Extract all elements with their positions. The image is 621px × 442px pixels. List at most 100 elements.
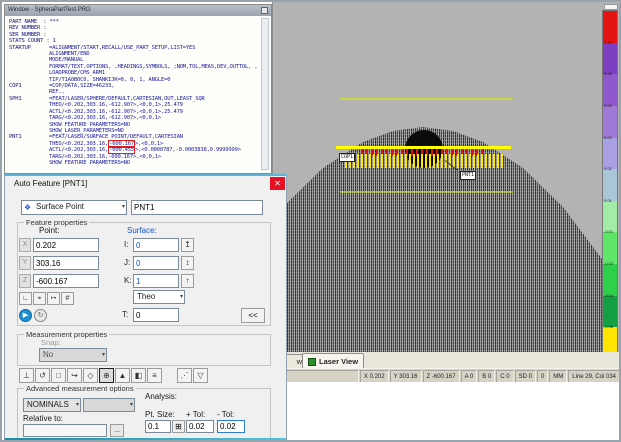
- color-scale-segment: -0.04: [603, 296, 617, 328]
- color-scale-segment: 0.10: [603, 43, 617, 75]
- code-line: SHOW FEATURE PARAMETERS=NO: [9, 160, 261, 166]
- color-scale-tick: 0.01: [604, 198, 612, 203]
- laser-view-panel[interactable]: COP1 PNT1 0.100.080.060.040.020.01-0.01-…: [272, 2, 621, 354]
- nominals-mode-dropdown[interactable]: ▾: [83, 398, 135, 412]
- color-scale-segment: 0.08: [603, 74, 617, 106]
- z-coordinate-input[interactable]: [33, 274, 99, 288]
- dialog-bottom-accent: [5, 438, 286, 442]
- measure-run-tools: ▶↻: [19, 309, 47, 322]
- snap-vector-icon[interactable]: ↑: [181, 274, 194, 288]
- scan-line-bottom: [340, 191, 513, 193]
- color-scale-tick: 0.10: [604, 40, 612, 45]
- measurement-tools-extra: ⋰▽: [177, 368, 209, 383]
- color-scale-segment: -0.02: [603, 264, 617, 296]
- find-nominals-icon[interactable]: ⌖: [33, 292, 46, 305]
- cop1-feature-label[interactable]: COP1: [339, 153, 355, 162]
- surface-point-icon: ❖: [24, 203, 31, 213]
- color-scale-tick: -0.06: [604, 324, 613, 329]
- snap-dropdown[interactable]: No ▾: [39, 348, 107, 362]
- program-code[interactable]: PART NAME : ***REV NUMBER :SER NUMBER :S…: [9, 19, 261, 171]
- chevron-down-icon: ▾: [122, 201, 125, 213]
- edit-window-menu-icon[interactable]: [261, 7, 268, 14]
- edge-point-icon[interactable]: ◧: [131, 368, 146, 383]
- chevron-down-icon: ▾: [130, 399, 133, 411]
- axis-mode-icon[interactable]: ∟: [19, 292, 32, 305]
- flip-vector-icon[interactable]: ↕: [181, 256, 194, 270]
- coordinate-tools: ∟⌖↦#: [19, 292, 75, 305]
- close-icon[interactable]: ✕: [270, 177, 285, 190]
- pt-size-input[interactable]: [145, 420, 171, 433]
- color-scale-tick: 0.08: [604, 71, 612, 76]
- j-label: J:: [124, 258, 130, 267]
- collapse-dialog-button[interactable]: <<: [241, 308, 265, 323]
- deviation-color-scale[interactable]: 0.100.080.060.040.020.01-0.01-0.02-0.04-…: [602, 10, 618, 360]
- vector-pin-icon[interactable]: ↥: [181, 238, 194, 252]
- relative-to-label: Relative to:: [23, 414, 63, 423]
- chevron-down-icon: ▾: [76, 399, 79, 411]
- surface-label[interactable]: Surface:: [127, 226, 157, 235]
- measure-now-button[interactable]: ▶: [19, 309, 32, 322]
- pt-size-picker-icon[interactable]: ⊞: [172, 420, 185, 433]
- crosshair-target-icon[interactable]: ⊕: [99, 368, 114, 383]
- x-axis-button[interactable]: X: [19, 238, 31, 252]
- k-label: K:: [124, 276, 132, 285]
- theo-dropdown[interactable]: Theo ▾: [133, 290, 185, 304]
- auto-feature-dialog: Auto Feature [PNT1] ✕ ❖ Surface Point ▾ …: [4, 174, 287, 442]
- edit-window-titlebar[interactable]: Window - SpheraPartTest.PRG: [5, 5, 271, 16]
- scan-line-top: [340, 98, 513, 100]
- feature-type-value: Surface Point: [36, 202, 84, 211]
- color-scale-segment: 0.04: [603, 138, 617, 170]
- feature-type-dropdown[interactable]: ❖ Surface Point ▾: [21, 200, 127, 215]
- theo-value: Theo: [137, 292, 155, 301]
- remeasure-button[interactable]: ↻: [34, 309, 47, 322]
- probe-depth-icon[interactable]: ⊥: [19, 368, 34, 383]
- laser-view-icon: [308, 358, 316, 366]
- dialog-title: Auto Feature [PNT1]: [14, 179, 87, 188]
- j-vector-input[interactable]: [133, 256, 179, 270]
- dialog-titlebar[interactable]: Auto Feature [PNT1] ✕: [5, 176, 286, 193]
- k-vector-input[interactable]: [133, 274, 179, 288]
- peak-point-icon[interactable]: ▲: [115, 368, 130, 383]
- grid-icon[interactable]: #: [61, 292, 74, 305]
- point-label: Point:: [39, 226, 59, 235]
- snap-value: No: [43, 350, 53, 359]
- polygon-region-icon[interactable]: ◇: [83, 368, 98, 383]
- nominals-dropdown[interactable]: NOMINALS ▾: [23, 398, 81, 412]
- measurement-tools: ⊥↺□↪◇⊕▲◧≡: [19, 368, 163, 383]
- i-vector-input[interactable]: [133, 238, 179, 252]
- browse-button[interactable]: ...: [110, 424, 124, 437]
- color-scale-segment: 0.02: [603, 169, 617, 201]
- t-label: T:: [122, 310, 128, 319]
- y-coordinate-input[interactable]: [33, 256, 99, 270]
- plus-tol-input[interactable]: [186, 420, 214, 433]
- plus-tol-label: + Tol:: [186, 410, 205, 419]
- i-label: I:: [124, 240, 128, 249]
- feature-name-input[interactable]: [131, 200, 263, 215]
- box-region-icon[interactable]: □: [51, 368, 66, 383]
- offset-point-icon[interactable]: ↦: [47, 292, 60, 305]
- color-scale-tick: 0.02: [604, 166, 612, 171]
- color-scale-segment: -0.01: [603, 232, 617, 264]
- minus-tol-label: - Tol:: [217, 410, 234, 419]
- edit-window[interactable]: Window - SpheraPartTest.PRG PART NAME : …: [4, 4, 272, 174]
- y-axis-button[interactable]: Y: [19, 256, 31, 270]
- pt-size-label: Pt. Size:: [145, 410, 175, 419]
- point-path-icon[interactable]: ⋰: [177, 368, 192, 383]
- return-path-icon[interactable]: ↪: [67, 368, 82, 383]
- multi-section-icon[interactable]: ≡: [147, 368, 162, 383]
- z-axis-button[interactable]: Z: [19, 274, 31, 288]
- view-tab-bar: w Laser View: [272, 352, 620, 369]
- tab-laser-view[interactable]: Laser View: [302, 353, 364, 369]
- analysis-label: Analysis:: [145, 392, 177, 401]
- rotate-path-icon[interactable]: ↺: [35, 368, 50, 383]
- pnt1-feature-label[interactable]: PNT1: [460, 171, 476, 180]
- minus-tol-input[interactable]: [217, 420, 245, 433]
- editor-scrollbar[interactable]: [261, 18, 269, 170]
- t-input[interactable]: [133, 308, 179, 322]
- status-items: X 0.202Y 303.16Z -600.167A 0B 0C 0SD 00M…: [359, 369, 620, 383]
- x-coordinate-input[interactable]: [33, 238, 99, 252]
- advanced-options-legend: Advanced measurement options: [24, 384, 136, 393]
- filter-icon[interactable]: ▽: [193, 368, 208, 383]
- application-window: COP1 PNT1 0.100.080.060.040.020.01-0.01-…: [0, 0, 621, 442]
- relative-to-input[interactable]: [23, 424, 107, 437]
